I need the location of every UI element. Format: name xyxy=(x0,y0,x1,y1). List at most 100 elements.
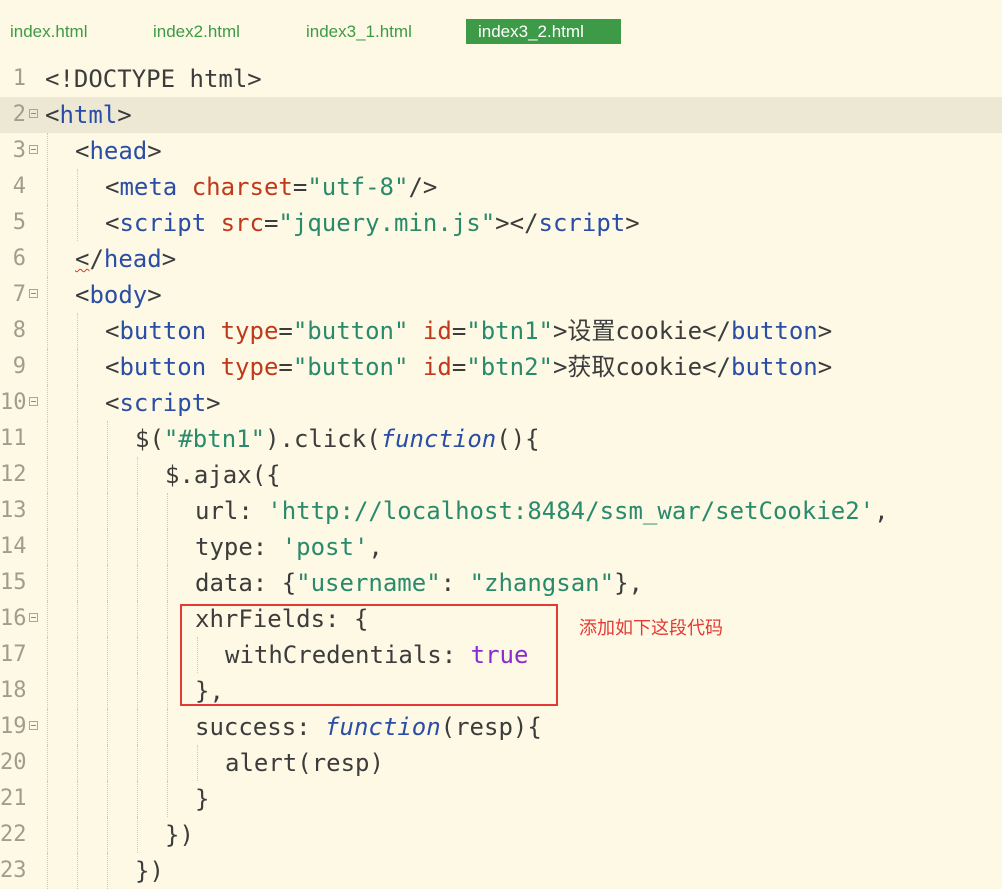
code-line[interactable]: 14 type: 'post', xyxy=(0,529,1002,565)
indent-guide xyxy=(47,349,48,385)
code-token: "username" xyxy=(296,569,441,597)
indent-guide xyxy=(47,673,48,709)
code-token: 'http://localhost:8484/ssm_war/setCookie… xyxy=(267,497,875,525)
code-token: = xyxy=(278,353,293,381)
line-number: 5 xyxy=(12,210,26,235)
tab-index2-html[interactable]: index2.html xyxy=(153,19,240,44)
code-line[interactable]: 23}) xyxy=(0,853,1002,889)
code-line[interactable]: 6 </head> xyxy=(0,241,1002,277)
code-line[interactable]: 12 $.ajax({ xyxy=(0,457,1002,493)
code-token: < xyxy=(75,137,90,165)
code-token: function xyxy=(380,425,497,453)
indent-guide xyxy=(107,745,108,781)
code-token: /> xyxy=(408,173,438,201)
code-token: alert(resp) xyxy=(225,749,384,777)
code-token: < xyxy=(105,173,120,201)
code-editor[interactable]: 1 <!DOCTYPE html> 2 <html> 3 <head> 4 <meta cha… xyxy=(0,61,1002,889)
indent-guide xyxy=(77,349,78,385)
line-number: 17 xyxy=(0,642,27,667)
code-token: < xyxy=(105,353,120,381)
tab-index3-2-html[interactable]: index3_2.html xyxy=(466,19,621,44)
code-token: charset xyxy=(191,173,293,201)
indent-guide xyxy=(47,169,48,205)
indent-guide xyxy=(137,529,138,565)
code-token: body xyxy=(89,281,148,309)
code-token: $.ajax({ xyxy=(165,461,281,489)
code-token: id xyxy=(422,353,452,381)
line-number: 14 xyxy=(0,534,27,559)
code-text: success: function(resp){ xyxy=(195,709,542,745)
line-number: 22 xyxy=(0,822,27,847)
code-line[interactable]: 11 $("#btn1").click(function(){ xyxy=(0,421,1002,457)
indent-guide xyxy=(137,745,138,781)
code-token: < xyxy=(105,389,120,417)
code-token: < xyxy=(45,101,60,129)
indent-guide xyxy=(107,673,108,709)
code-line[interactable]: 10 <script> xyxy=(0,385,1002,421)
code-token: > xyxy=(817,317,833,345)
code-text: alert(resp) xyxy=(225,745,384,781)
code-line[interactable]: 13 url: 'http://localhost:8484/ssm_war/se… xyxy=(0,493,1002,529)
indent-guide xyxy=(77,205,78,241)
fold-toggle-icon[interactable] xyxy=(29,397,38,406)
indent-guide xyxy=(107,565,108,601)
indent-guide xyxy=(47,277,48,313)
code-line[interactable]: 3 <head> xyxy=(0,133,1002,169)
tab-index3-1-html[interactable]: index3_1.html xyxy=(306,19,412,44)
indent-guide xyxy=(137,601,138,637)
highlight-box xyxy=(180,604,558,706)
indent-guide xyxy=(47,205,48,241)
code-token: src xyxy=(220,209,264,237)
indent-guide xyxy=(77,709,78,745)
code-line[interactable]: 7 <body> xyxy=(0,277,1002,313)
fold-toggle-icon[interactable] xyxy=(29,613,38,622)
indent-guide xyxy=(47,601,48,637)
code-token: button xyxy=(731,353,818,381)
fold-toggle-icon[interactable] xyxy=(29,289,38,298)
indent-guide xyxy=(107,457,108,493)
indent-guide xyxy=(77,565,78,601)
code-line[interactable]: 1 <!DOCTYPE html> xyxy=(0,61,1002,97)
code-line[interactable]: 15 data: {"username": "zhangsan"}, xyxy=(0,565,1002,601)
tab-bar: index.html index2.html index3_1.html ind… xyxy=(0,0,1002,56)
code-line[interactable]: 8 <button type="button" id="btn1">设置cooki… xyxy=(0,313,1002,349)
code-token: type xyxy=(220,353,279,381)
line-number: 23 xyxy=(0,858,27,883)
fold-toggle-icon[interactable] xyxy=(29,145,38,154)
indent-guide xyxy=(47,385,48,421)
code-token: "jquery.min.js" xyxy=(278,209,496,237)
code-token: id xyxy=(422,317,452,345)
code-line[interactable]: 4 <meta charset="utf-8"/> xyxy=(0,169,1002,205)
code-line[interactable]: 20 alert(resp) xyxy=(0,745,1002,781)
code-token: = xyxy=(263,209,279,237)
indent-guide xyxy=(137,565,138,601)
indent-guide xyxy=(47,241,48,277)
code-text: <button type="button" id="btn1">设置cookie… xyxy=(105,313,832,349)
code-line[interactable]: 19 success: function(resp){ xyxy=(0,709,1002,745)
line-number: 1 xyxy=(12,66,26,91)
tab-index-html[interactable]: index.html xyxy=(10,19,87,44)
indent-guide xyxy=(77,385,78,421)
code-token: / xyxy=(89,245,104,273)
line-number: 2 xyxy=(12,102,26,127)
code-text: $.ajax({ xyxy=(165,457,281,493)
code-line[interactable]: 22}) xyxy=(0,817,1002,853)
indent-guide xyxy=(47,529,48,565)
line-number: 10 xyxy=(0,390,27,415)
fold-toggle-icon[interactable] xyxy=(29,721,38,730)
code-token: type xyxy=(220,317,279,345)
fold-toggle-icon[interactable] xyxy=(29,109,38,118)
code-token: < xyxy=(105,209,120,237)
indent-guide xyxy=(137,673,138,709)
indent-guide xyxy=(77,745,78,781)
code-token: ).click( xyxy=(265,425,381,453)
indent-guide xyxy=(77,169,78,205)
code-line[interactable]: 21} xyxy=(0,781,1002,817)
code-line[interactable]: 9 <button type="button" id="btn2">获取cooki… xyxy=(0,349,1002,385)
indent-guide xyxy=(77,601,78,637)
code-line[interactable]: 2 <html> xyxy=(0,97,1002,133)
code-token: > xyxy=(117,101,132,129)
code-token: (){ xyxy=(496,425,540,453)
indent-guide xyxy=(47,565,48,601)
code-line[interactable]: 5 <script src="jquery.min.js"></script> xyxy=(0,205,1002,241)
